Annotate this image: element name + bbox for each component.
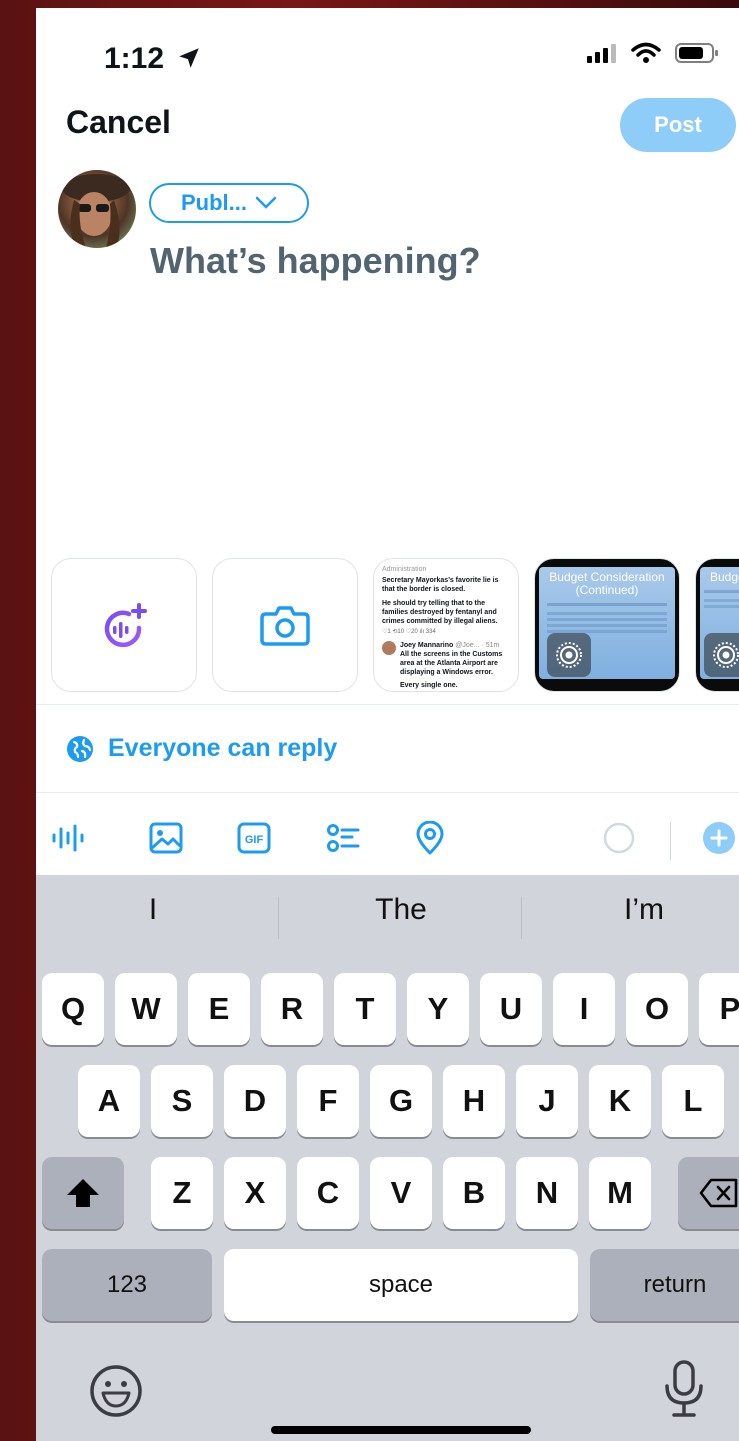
slide-title: Budget Consideration (Continued) [549,570,665,597]
live-photo-badge [547,633,591,677]
suggestion-3[interactable]: I’m [527,893,739,927]
key-s[interactable]: S [151,1065,213,1137]
shift-key[interactable] [42,1157,124,1229]
photo-thumbnail-tweet[interactable]: Administration Secretary Mayorkas’s favo… [373,558,519,692]
location-icon[interactable] [410,818,450,858]
poll-icon[interactable] [323,818,363,858]
key-e[interactable]: E [188,973,250,1045]
gif-icon[interactable]: GIF [234,818,274,858]
key-u[interactable]: U [480,973,542,1045]
key-f[interactable]: F [297,1065,359,1137]
chevron-down-icon [255,196,277,209]
space-key[interactable]: space [224,1249,578,1321]
key-x[interactable]: X [224,1157,286,1229]
microphone-icon [665,1360,703,1417]
status-icons [587,42,719,64]
return-key[interactable]: return [590,1249,739,1321]
thumb-text: Every single one. [400,682,458,689]
dictation-button[interactable] [662,1359,706,1424]
divider [36,704,739,705]
key-w[interactable]: W [115,973,177,1045]
camera-tile[interactable] [212,558,358,692]
key-g[interactable]: G [370,1065,432,1137]
key-i[interactable]: I [553,973,615,1045]
photo-thumbnail-slide[interactable]: Budget Consideration (Continued) [534,558,680,692]
key-o[interactable]: O [626,973,688,1045]
key-h[interactable]: H [443,1065,505,1137]
globe-icon [67,735,93,762]
thumb-text: He should try telling that to the famili… [382,600,498,625]
live-photo-badge [704,633,739,677]
thumb-handle: @Joe... · 51m [455,642,500,649]
home-indicator [271,1426,531,1434]
suggestion-divider [278,897,279,939]
key-k[interactable]: K [589,1065,651,1137]
thumb-text: Administration [382,566,427,573]
suggestion-2[interactable]: The [284,893,518,927]
camera-icon [260,606,310,646]
numbers-key[interactable]: 123 [42,1249,212,1321]
photo-thumbnail-slide[interactable]: Budge [695,558,739,692]
location-arrow-icon [179,48,200,68]
compose-toolbar: GIF [36,804,739,876]
key-t[interactable]: T [334,973,396,1045]
key-q[interactable]: Q [42,973,104,1045]
slide-title: Budge [710,570,739,584]
reply-settings-button[interactable]: Everyone can reply [66,734,337,763]
key-b[interactable]: B [443,1157,505,1229]
divider [36,792,739,793]
gif-label: GIF [245,834,264,846]
keyboard: I The I’m QWERTYUIOP ASDFGHJKL ZXCVBNM 1… [36,875,739,1441]
phone-screen: 1:12 Cancel Post Publ... What’s happenin… [36,8,739,1441]
emoji-icon [90,1365,142,1417]
thumb-stats: ♡1 ⟲10 ♡20 ılı 334 [382,629,436,635]
audience-selector[interactable]: Publ... [149,183,309,223]
reply-settings-label: Everyone can reply [108,734,338,762]
key-m[interactable]: M [589,1157,651,1229]
wifi-icon [631,42,661,63]
cancel-button[interactable]: Cancel [66,104,171,141]
delete-key[interactable] [678,1157,739,1229]
thumb-author: Joey Mannarino [400,642,454,649]
image-icon[interactable] [146,818,186,858]
key-a[interactable]: A [78,1065,140,1137]
avatar[interactable] [58,170,136,248]
compose-text-input[interactable]: What’s happening? [150,240,481,282]
character-count-ring [599,818,639,858]
live-audio-tile[interactable] [51,558,197,692]
key-c[interactable]: C [297,1157,359,1229]
suggestion-1[interactable]: I [36,893,270,927]
live-photo-icon [556,642,582,668]
spaces-add-icon [104,603,147,648]
cellular-signal-icon [587,44,616,63]
key-n[interactable]: N [516,1157,578,1229]
status-time: 1:12 [104,42,202,76]
key-r[interactable]: R [261,973,323,1045]
key-p[interactable]: P [699,973,739,1045]
battery-icon [675,43,718,63]
audio-icon[interactable] [48,818,88,858]
key-z[interactable]: Z [151,1157,213,1229]
live-photo-icon [713,642,739,668]
avatar-photo [62,174,130,248]
thumb-avatar [382,641,396,655]
emoji-button[interactable] [88,1363,144,1424]
thumb-text: Secretary Mayorkas’s favorite lie is tha… [382,577,499,593]
post-button[interactable]: Post [620,98,736,152]
key-j[interactable]: J [516,1065,578,1137]
key-y[interactable]: Y [407,973,469,1045]
toolbar-divider [670,822,671,860]
key-l[interactable]: L [662,1065,724,1137]
suggestion-divider [521,897,522,939]
key-v[interactable]: V [370,1157,432,1229]
shift-icon [67,1179,99,1207]
thumb-text: All the screens in the Customs area at t… [400,651,503,676]
key-d[interactable]: D [224,1065,286,1137]
audience-label: Publ... [181,190,247,215]
add-thread-icon[interactable] [699,818,739,858]
backspace-icon [699,1178,738,1208]
